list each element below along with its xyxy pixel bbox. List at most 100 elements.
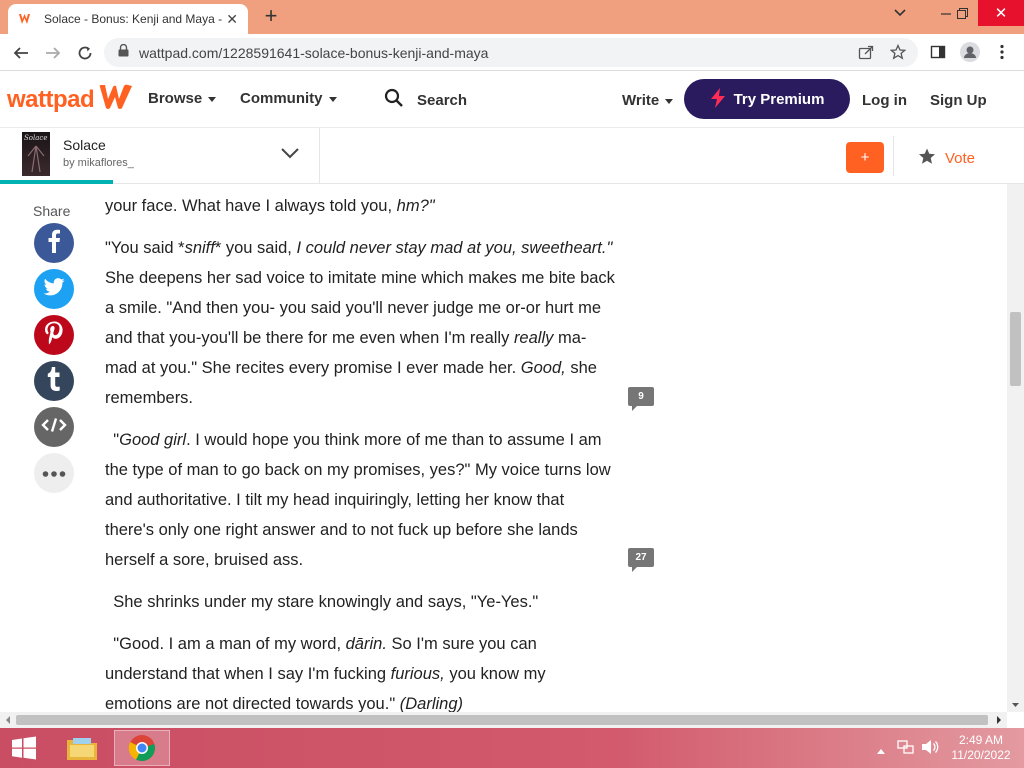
tumblr-share-button[interactable] <box>34 361 74 401</box>
file-explorer-icon[interactable] <box>54 730 110 766</box>
address-bar[interactable]: wattpad.com/1228591641-solace-bonus-kenj… <box>104 38 918 67</box>
text-run: mad at you." She recites every promise I… <box>105 359 521 377</box>
wattpad-logo[interactable]: wattpad <box>7 83 134 116</box>
inline-comment-count[interactable]: 27 <box>628 548 654 572</box>
vertical-scroll-thumb[interactable] <box>1010 312 1021 386</box>
network-icon[interactable] <box>897 739 915 760</box>
forward-icon[interactable] <box>40 40 66 66</box>
scroll-left-arrow-icon[interactable] <box>3 712 13 728</box>
story-line: herself a sore, bruised ass. <box>105 545 635 575</box>
star-icon <box>918 148 936 169</box>
volume-icon[interactable] <box>921 739 939 760</box>
horizontal-scrollbar[interactable] <box>0 712 1007 728</box>
italic-run: dārin. <box>345 635 387 653</box>
twitter-share-button[interactable] <box>34 269 74 309</box>
chrome-taskbar-icon[interactable] <box>114 730 170 766</box>
share-label: Share <box>33 203 71 219</box>
text-run: understand that when I say I'm fucking <box>105 665 391 683</box>
add-to-library-button[interactable]: + <box>846 142 884 173</box>
close-window-icon[interactable]: ✕ <box>978 0 1024 26</box>
twitter-icon <box>43 277 65 301</box>
lightning-icon <box>710 88 726 112</box>
lock-icon <box>118 43 129 62</box>
italic-run: I could never stay mad at you, sweethear… <box>296 239 613 257</box>
tab-search-chevron-icon[interactable] <box>882 0 918 26</box>
italic-run: hm?" <box>396 197 435 215</box>
try-premium-button[interactable]: Try Premium <box>684 79 850 119</box>
story-line: a smile. "And then you- you said you'll … <box>105 293 635 323</box>
show-hidden-icons-icon[interactable] <box>876 742 886 760</box>
windows-start-icon[interactable] <box>0 730 48 766</box>
browser-tab[interactable]: Solace - Bonus: Kenji and Maya - ✕ <box>8 4 248 34</box>
new-tab-icon[interactable]: + <box>258 4 284 30</box>
search-icon <box>384 88 404 112</box>
reload-icon[interactable] <box>72 40 98 66</box>
italic-run: sniff <box>184 239 215 257</box>
browser-toolbar: wattpad.com/1228591641-solace-bonus-kenj… <box>0 34 1024 71</box>
story-cover[interactable]: Solace <box>22 132 50 176</box>
divider <box>319 128 320 184</box>
pinterest-share-button[interactable] <box>34 315 74 355</box>
text-run: . I would hope you think more of me than… <box>186 431 602 449</box>
story-paragraph[interactable]: "Good girl. I would hope you think more … <box>105 425 635 575</box>
story-paragraph[interactable]: She shrinks under my stare knowingly and… <box>105 587 635 617</box>
story-paragraph[interactable]: "You said *sniff* you said, I could neve… <box>105 233 635 413</box>
italic-run: furious, <box>390 665 445 683</box>
story-header: Solace Solace by mikaflores_ + Vote <box>0 128 1024 184</box>
text-run: "You said * <box>105 239 185 257</box>
story-paragraph[interactable]: your face. What have I always told you, … <box>105 191 635 221</box>
community-menu[interactable]: Community <box>240 90 337 107</box>
more-share-options-button[interactable] <box>34 453 74 493</box>
restore-icon[interactable] <box>944 0 980 26</box>
text-run: She deepens her sad voice to imitate min… <box>105 269 615 287</box>
text-run: emotions are not directed towards you." <box>105 695 400 713</box>
vertical-scrollbar[interactable] <box>1007 184 1024 712</box>
inline-comment-count[interactable]: 9 <box>628 387 654 411</box>
scroll-down-arrow-icon[interactable] <box>1007 700 1024 710</box>
divider <box>893 136 894 176</box>
horizontal-scroll-thumb[interactable] <box>16 715 988 725</box>
cover-art-icon <box>27 145 45 173</box>
embed-share-button[interactable] <box>34 407 74 447</box>
side-panel-icon[interactable] <box>926 40 950 64</box>
share-page-icon[interactable] <box>854 40 878 64</box>
story-author[interactable]: by mikaflores_ <box>63 157 134 169</box>
tab-title: Solace - Bonus: Kenji and Maya - <box>44 12 223 26</box>
text-run: remembers. <box>105 389 194 407</box>
text-run: your face. What have I always told you, <box>105 197 397 215</box>
story-line: and authoritative. I tilt my head inquir… <box>105 485 635 515</box>
browser-tab-strip: Solace - Bonus: Kenji and Maya - ✕ + ✕ <box>0 0 1024 34</box>
story-paragraph[interactable]: "Good. I am a man of my word, dārin. So … <box>105 629 635 719</box>
browser-menu-icon[interactable] <box>990 40 1014 64</box>
story-line: understand that when I say I'm fucking f… <box>105 659 635 689</box>
story-line: "Good girl. I would hope you think more … <box>105 425 635 455</box>
more-dots-icon <box>42 464 66 482</box>
browse-menu[interactable]: Browse <box>148 90 217 107</box>
story-line: remembers. <box>105 383 635 413</box>
caret-down-icon <box>328 97 337 102</box>
back-icon[interactable] <box>8 40 34 66</box>
bookmark-star-icon[interactable] <box>886 40 910 64</box>
signup-link[interactable]: Sign Up <box>930 92 987 109</box>
scroll-right-arrow-icon[interactable] <box>994 712 1004 728</box>
facebook-share-button[interactable] <box>34 223 74 263</box>
story-line: and that you-you'll be there for me even… <box>105 323 635 353</box>
pinterest-icon <box>44 321 64 350</box>
profile-avatar-icon[interactable] <box>958 40 982 64</box>
text-run: and authoritative. I tilt my head inquir… <box>105 491 565 509</box>
vote-button[interactable]: Vote <box>918 148 975 169</box>
clock-time: 2:49 AM <box>958 733 1004 747</box>
chevron-down-icon[interactable] <box>280 146 300 164</box>
system-clock[interactable]: 2:49 AM 11/20/2022 <box>946 733 1016 763</box>
caret-down-icon <box>665 99 674 104</box>
text-run: a smile. "And then you- you said you'll … <box>105 299 601 317</box>
search-button[interactable]: Search <box>384 88 467 112</box>
text-run: she <box>565 359 597 377</box>
story-line: "Good. I am a man of my word, dārin. So … <box>105 629 635 659</box>
italic-run: Good girl <box>119 431 187 449</box>
story-title[interactable]: Solace <box>63 137 106 153</box>
write-menu[interactable]: Write <box>622 92 674 109</box>
tab-close-icon[interactable]: ✕ <box>226 11 238 28</box>
login-link[interactable]: Log in <box>862 92 907 109</box>
text-run: there's only one right answer and to not… <box>105 521 578 539</box>
